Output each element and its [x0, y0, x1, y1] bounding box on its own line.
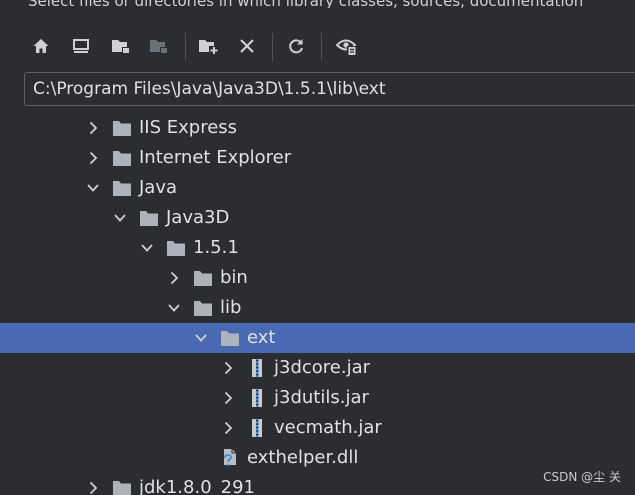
folder-icon	[194, 301, 212, 316]
refresh-button[interactable]	[283, 33, 309, 59]
home-icon	[33, 39, 49, 53]
desktop-button[interactable]	[68, 33, 94, 59]
watermark: CSDN @尘 关	[543, 470, 621, 484]
file-tree[interactable]: IIS Express Internet Explorer Java Java3D 1.…	[0, 113, 635, 495]
tree-row[interactable]: j3dcore.jar	[0, 353, 635, 383]
new-folder-button[interactable]	[196, 33, 222, 59]
toolbar-separator	[185, 33, 186, 61]
chevron-down-icon[interactable]	[86, 181, 100, 195]
unknown-file-icon	[224, 449, 236, 467]
tree-row[interactable]: 1.5.1	[0, 233, 635, 263]
tree-item-label: Java3D	[166, 207, 230, 228]
tree-row[interactable]: vecmath.jar	[0, 413, 635, 443]
tree-row[interactable]: Java	[0, 173, 635, 203]
chevron-right-icon[interactable]	[86, 121, 100, 135]
chevron-right-icon[interactable]	[86, 481, 100, 495]
tree-item-label: bin	[220, 267, 248, 288]
tree-item-label: 1.5.1	[193, 237, 239, 258]
tree-item-label: Java	[139, 177, 178, 198]
folder-icon	[113, 151, 131, 166]
chevron-right-icon[interactable]	[221, 421, 235, 435]
chevron-right-icon[interactable]	[221, 391, 235, 405]
tree-row[interactable]: bin	[0, 263, 635, 293]
home-button[interactable]	[28, 33, 54, 59]
tree-row[interactable]: Internet Explorer	[0, 143, 635, 173]
folder-icon	[113, 121, 131, 136]
tree-item-label: lib	[220, 297, 242, 318]
chevron-down-icon[interactable]	[113, 211, 127, 225]
chevron-right-icon[interactable]	[167, 271, 181, 285]
toolbar-separator	[321, 33, 322, 61]
chevron-right-icon[interactable]	[221, 361, 235, 375]
chevron-down-icon[interactable]	[194, 331, 208, 345]
folder-icon	[167, 241, 185, 256]
file-chooser-toolbar	[0, 30, 635, 64]
tree-row[interactable]: Java3D	[0, 203, 635, 233]
jar-icon	[252, 419, 262, 437]
folder-icon	[113, 481, 131, 495]
chevron-down-icon[interactable]	[167, 301, 181, 315]
chevron-right-icon[interactable]	[86, 151, 100, 165]
folder-icon	[194, 271, 212, 286]
tree-row[interactable]: j3dutils.jar	[0, 383, 635, 413]
delete-button[interactable]	[234, 33, 260, 59]
tree-item-label: IIS Express	[139, 117, 238, 138]
path-input[interactable]	[33, 73, 623, 105]
tree-row[interactable]: ext	[0, 323, 635, 353]
module-directory-button[interactable]	[146, 33, 172, 59]
desktop-icon	[73, 39, 89, 53]
toolbar-separator	[272, 33, 273, 61]
refresh-icon	[289, 39, 303, 54]
tree-row[interactable]: lib	[0, 293, 635, 323]
jar-icon	[252, 389, 262, 407]
tree-item-label: exthelper.dll	[247, 447, 359, 468]
tree-item-label: j3dcore.jar	[274, 357, 371, 378]
delete-icon	[240, 39, 254, 53]
show-hidden-icon	[336, 39, 357, 56]
jar-icon	[252, 359, 262, 377]
module-folder-icon	[150, 40, 168, 54]
project-directory-button[interactable]	[108, 33, 134, 59]
tree-item-label: Internet Explorer	[139, 147, 292, 168]
folder-icon	[140, 211, 158, 226]
tree-item-label: jdk1.8.0_291	[139, 477, 256, 495]
new-folder-icon	[199, 40, 219, 55]
path-field[interactable]	[24, 72, 635, 106]
show-hidden-files-button[interactable]	[334, 33, 360, 59]
tree-item-label: j3dutils.jar	[274, 387, 369, 408]
tree-row[interactable]: jdk1.8.0_291	[0, 473, 635, 495]
tree-item-label: ext	[247, 327, 276, 348]
tree-row[interactable]: exthelper.dll	[0, 443, 635, 473]
dialog-header-text: Select files or directories in which lib…	[28, 0, 635, 8]
tree-item-label: vecmath.jar	[274, 417, 382, 438]
chevron-down-icon[interactable]	[140, 241, 154, 255]
folder-icon	[221, 331, 239, 346]
folder-icon	[113, 181, 131, 196]
tree-row[interactable]: IIS Express	[0, 113, 635, 143]
project-folder-icon	[112, 40, 130, 54]
